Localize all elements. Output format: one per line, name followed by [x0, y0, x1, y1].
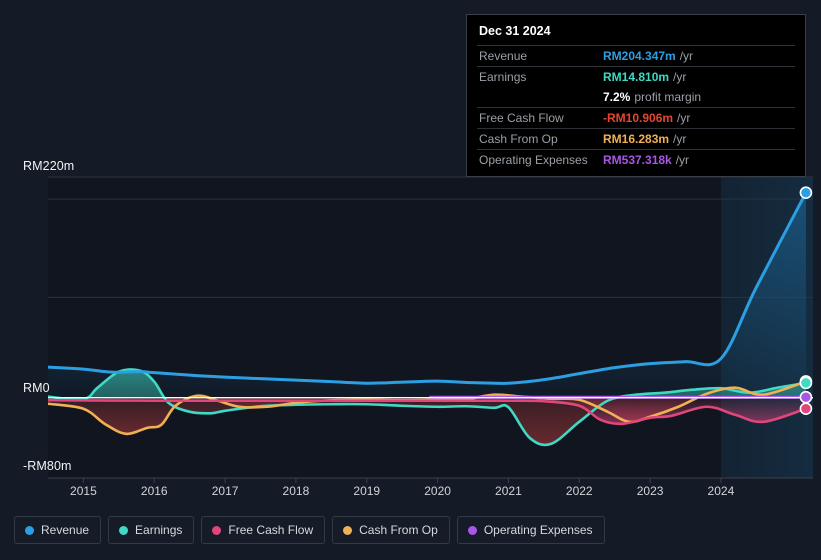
legend-item-label: Earnings — [135, 523, 183, 537]
legend-item-label: Cash From Op — [359, 523, 438, 537]
tooltip-row-label: Revenue — [479, 49, 528, 63]
tooltip-row-suffix: profit margin — [634, 90, 702, 104]
legend-item-label: Revenue — [41, 523, 90, 537]
y-axis-label-zero: RM0 — [23, 381, 50, 395]
tooltip-row: Earnings RM14.810m/yr — [477, 66, 795, 87]
chart-page: RM220m RM0 -RM80m 2015 2016 2017 2018 2019 20… — [0, 0, 821, 560]
tooltip-row-value: -RM10.906m — [603, 111, 674, 125]
tooltip-row-label: Cash From Op — [479, 132, 558, 146]
legend-item-earnings[interactable]: Earnings — [108, 516, 195, 544]
series-endpoint-marker — [799, 376, 813, 390]
x-axis-tick-label: 2021 — [495, 484, 522, 498]
legend-color-dot-icon — [119, 525, 129, 535]
tooltip-row-label: Free Cash Flow — [479, 111, 564, 125]
x-axis-tick-label: 2015 — [70, 484, 97, 498]
tooltip-row-suffix: /yr — [673, 132, 687, 146]
legend-item-free-cash-flow[interactable]: Free Cash Flow — [201, 516, 326, 544]
x-axis-tick-label: 2023 — [636, 484, 664, 498]
tooltip-row-value: RM537.318k — [603, 153, 672, 167]
plot-background — [48, 177, 813, 478]
legend-item-label: Operating Expenses — [483, 523, 593, 537]
series-endpoint-marker — [799, 186, 813, 200]
tooltip-rows: Revenue RM204.347m/yr Earnings RM14.810m/yr… — [477, 45, 795, 170]
series-endpoint-marker — [799, 390, 813, 404]
legend-color-dot-icon — [467, 525, 477, 535]
x-axis-tick-label: 2017 — [211, 484, 239, 498]
tooltip-row: Free Cash Flow -RM10.906m/yr — [477, 107, 795, 128]
tooltip-row-value: 7.2% — [603, 90, 631, 104]
tooltip-row: Revenue RM204.347m/yr — [477, 45, 795, 66]
chart-legend[interactable]: Revenue Earnings Free Cash Flow Cash From O… — [14, 516, 605, 544]
tooltip-row-label: Earnings — [479, 70, 527, 84]
y-axis-label-top: RM220m — [23, 159, 75, 173]
tooltip-row-value: RM16.283m — [603, 132, 670, 146]
tooltip-date: Dec 31 2024 — [479, 24, 551, 38]
tooltip-row-value: RM204.347m — [603, 49, 676, 63]
legend-item-revenue[interactable]: Revenue — [14, 516, 102, 544]
x-axis: 2015 2016 2017 2018 2019 2020 2021 2022 2023 2024 — [0, 484, 821, 502]
tooltip-row-suffix: /yr — [673, 70, 687, 84]
x-axis-tick-label: 2018 — [282, 484, 310, 498]
x-axis-tick-label: 2024 — [707, 484, 735, 498]
tooltip-row: Cash From Op RM16.283m/yr — [477, 128, 795, 149]
legend-color-dot-icon — [212, 525, 222, 535]
y-axis-label-bottom: -RM80m — [23, 459, 72, 473]
legend-item-operating-expenses[interactable]: Operating Expenses — [456, 516, 605, 544]
tooltip-row-suffix: /yr — [675, 153, 690, 167]
tooltip-row: Operating Expenses RM537.318k/yr — [477, 149, 795, 170]
legend-item-cash-from-op[interactable]: Cash From Op — [332, 516, 450, 544]
x-axis-tick-label: 2016 — [140, 484, 168, 498]
x-axis-tick-label: 2022 — [565, 484, 593, 498]
x-axis-tick-label: 2020 — [424, 484, 451, 498]
tooltip-row-suffix: /yr — [679, 49, 694, 63]
tooltip-row-suffix: /yr — [677, 111, 691, 125]
x-axis-tick-label: 2019 — [353, 484, 381, 498]
tooltip-row: 7.2% profit margin — [477, 87, 795, 107]
tooltip-row-label: Operating Expenses — [479, 153, 588, 167]
series-endpoint-marker — [799, 402, 813, 415]
legend-color-dot-icon — [25, 525, 34, 535]
tooltip-row-value: RM14.810m — [603, 70, 670, 84]
legend-color-dot-icon — [343, 525, 353, 535]
chart-tooltip: Dec 31 2024 Revenue RM204.347m/yr Earnings… — [466, 14, 806, 177]
legend-item-label: Free Cash Flow — [228, 523, 314, 537]
